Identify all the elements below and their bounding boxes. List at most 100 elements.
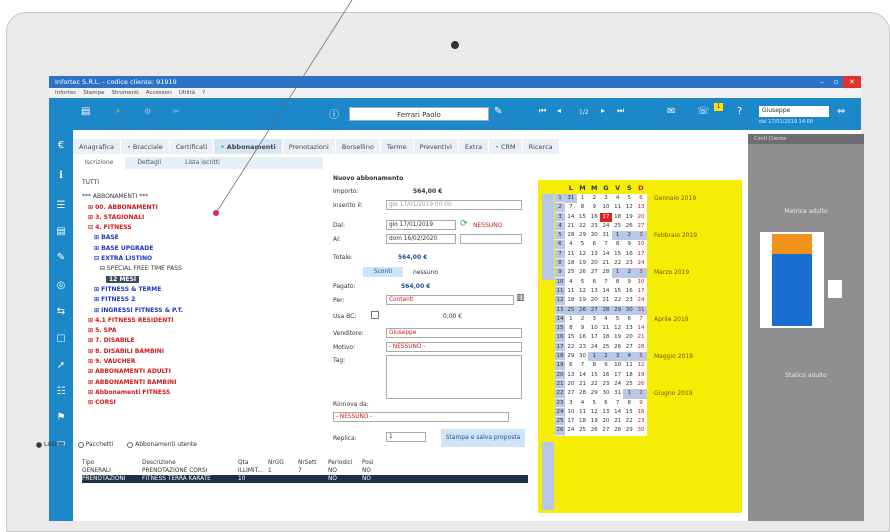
calendar-day[interactable]: 26 <box>635 379 647 390</box>
tree-node[interactable]: ⊞ 3. STAGIONALI <box>82 213 337 223</box>
tree-node[interactable]: ⊞ CORSI <box>82 398 337 408</box>
inizio-field[interactable]: gio 17/01/2019 00:00 <box>386 200 522 210</box>
calendar-day[interactable]: 6 <box>635 194 647 204</box>
calendar-day[interactable]: 10 <box>611 361 624 371</box>
tree-node[interactable]: ⊟ EXTRA LISTINO <box>82 254 337 264</box>
calendar-day[interactable]: 14 <box>600 286 612 297</box>
tree-node[interactable]: 12 MESI <box>82 275 337 285</box>
calendar-day[interactable]: 23 <box>600 379 612 390</box>
calendar-day[interactable]: 25 <box>576 426 589 436</box>
calendar-day[interactable]: 31 <box>565 194 577 204</box>
menu-item-infortec[interactable]: Infortec <box>55 90 76 96</box>
calendar-day[interactable]: 8 <box>611 277 624 287</box>
subtab-lista-iscritti[interactable]: Lista iscritti <box>173 157 232 169</box>
calendar-day[interactable]: 17 <box>588 333 601 343</box>
tab-bracciale[interactable]: • Bracciale <box>120 139 170 154</box>
settings-icon[interactable]: ⚙ <box>144 107 151 116</box>
print-save-button[interactable]: Stampa e salva proposta <box>441 429 525 447</box>
calendar-day[interactable]: 11 <box>600 324 612 334</box>
tree-node[interactable]: ⊞ FITNESS 2 <box>82 295 337 305</box>
calendar-day[interactable]: 12 <box>576 249 589 260</box>
calendar-day[interactable]: 2 <box>635 389 647 399</box>
calendar-day[interactable]: 23 <box>588 221 601 232</box>
calculator-icon[interactable]: ▥ <box>516 293 525 303</box>
tree-node[interactable]: ⊞ 7. DISABILE <box>82 336 337 346</box>
calendar-day[interactable]: 16 <box>623 249 636 260</box>
calendar-day[interactable]: 17 <box>600 212 612 222</box>
tree-node[interactable]: ⊟ 4. FITNESS <box>82 223 337 233</box>
tab-abbonamenti[interactable]: • Abbonamenti <box>214 139 283 154</box>
calendar-day[interactable]: 26 <box>576 268 589 278</box>
calendar-day[interactable]: 15 <box>565 333 577 343</box>
calendar-day[interactable]: 1 <box>588 352 601 362</box>
calendar-day[interactable]: 3 <box>611 352 624 362</box>
calendar-day[interactable]: 28 <box>635 342 647 353</box>
calendar-day[interactable]: 19 <box>623 212 636 222</box>
menu-item-utilita[interactable]: Utilità <box>179 90 195 96</box>
calendar-day[interactable]: 19 <box>576 259 589 269</box>
calendar-day[interactable]: 15 <box>588 370 601 380</box>
calendar-day[interactable]: 31 <box>600 231 612 241</box>
calendar-day[interactable]: 20 <box>635 212 647 222</box>
calendar-day[interactable]: 19 <box>611 333 624 343</box>
calendar-day[interactable]: 10 <box>600 203 612 213</box>
calendar-day[interactable]: 16 <box>588 212 601 222</box>
calendar-day[interactable]: 18 <box>576 417 589 427</box>
tree-node[interactable]: ⊞ INGRESSI FITNESS & P.T. <box>82 306 337 316</box>
radio-pacchetti[interactable]: Pacchetti <box>77 441 113 448</box>
tree-node[interactable]: ⊞ 9. VAUCHER <box>82 357 337 367</box>
calendar-day[interactable]: 26 <box>623 221 636 232</box>
pen-icon[interactable]: ✎ <box>49 252 73 263</box>
calendar-day[interactable]: 3 <box>588 314 601 325</box>
calendar-day[interactable]: 13 <box>588 249 601 260</box>
calendar-day[interactable]: 25 <box>600 342 612 353</box>
tree-node[interactable]: ⊞ Abbonamenti FITNESS <box>82 388 337 398</box>
calendar-day[interactable]: 24 <box>588 342 601 353</box>
calendar-day[interactable]: 8 <box>588 361 601 371</box>
calendar-day[interactable]: 13 <box>565 370 577 380</box>
calendar-day[interactable]: 23 <box>623 259 636 269</box>
operator-select[interactable]: Giuseppe <box>759 106 829 117</box>
calendar-day[interactable]: 10 <box>635 240 647 250</box>
calendar-day[interactable]: 25 <box>565 268 577 278</box>
calendar-day[interactable]: 3 <box>565 398 577 408</box>
sconti-button[interactable]: Sconti <box>363 267 403 277</box>
calendar-day[interactable]: 19 <box>588 417 601 427</box>
calendar-day[interactable]: 6 <box>588 277 601 287</box>
calendar-day[interactable]: 18 <box>600 333 612 343</box>
calendar-day[interactable]: 30 <box>623 305 636 315</box>
subtab-dettagli[interactable]: Dettagli <box>125 157 173 169</box>
calendar-day[interactable]: 9 <box>600 361 612 371</box>
calendar-day[interactable]: 18 <box>611 212 624 222</box>
calendar-day[interactable]: 10 <box>588 324 601 334</box>
calendar-day[interactable]: 25 <box>611 221 624 232</box>
tree-node[interactable]: ⊞ ABBONAMENTI ADULTI <box>82 367 337 377</box>
maximize-button[interactable]: ▫ <box>829 76 843 88</box>
calendar-day[interactable]: 23 <box>623 296 636 306</box>
calendar-day[interactable]: 5 <box>635 352 647 362</box>
calendar-day[interactable]: 10 <box>635 277 647 287</box>
tree-node[interactable]: ⊟ SPECIAL FREE TIME PASS <box>82 264 337 274</box>
calendar-day[interactable]: 26 <box>576 305 589 315</box>
calendar-day[interactable]: 7 <box>576 361 589 371</box>
calendar-day[interactable]: 12 <box>576 286 589 297</box>
calendar-day[interactable]: 30 <box>600 389 612 399</box>
refresh-icon[interactable]: ⟳ <box>460 219 468 229</box>
euro-icon[interactable]: € <box>49 140 73 151</box>
calendar-day[interactable]: 11 <box>565 286 577 297</box>
tab-borsellino[interactable]: Borsellino <box>335 139 381 154</box>
calendar-day[interactable]: 9 <box>623 277 636 287</box>
tree-node[interactable]: ⊞ 8. DISABILI BAMBINI <box>82 347 337 357</box>
al-field[interactable]: dom 16/02/2020 <box>386 234 456 244</box>
calendar-day[interactable]: 7 <box>635 314 647 325</box>
tree-node[interactable]: ⊞ FITNESS & TERME <box>82 285 337 295</box>
calendar-day[interactable]: 15 <box>611 249 624 260</box>
tree-node[interactable]: ⊞ 4.1 FITNESS RESIDENTI <box>82 316 337 326</box>
tab-crm[interactable]: • CRM <box>489 139 523 154</box>
arrow-icon[interactable]: ➚ <box>49 360 73 371</box>
calendar-day[interactable]: 5 <box>611 314 624 325</box>
calendar-day[interactable]: 21 <box>611 417 624 427</box>
al-secondary-select[interactable] <box>460 234 522 244</box>
calendar-day[interactable]: 1 <box>623 389 636 399</box>
tab-certificati[interactable]: Certificati <box>169 139 215 154</box>
